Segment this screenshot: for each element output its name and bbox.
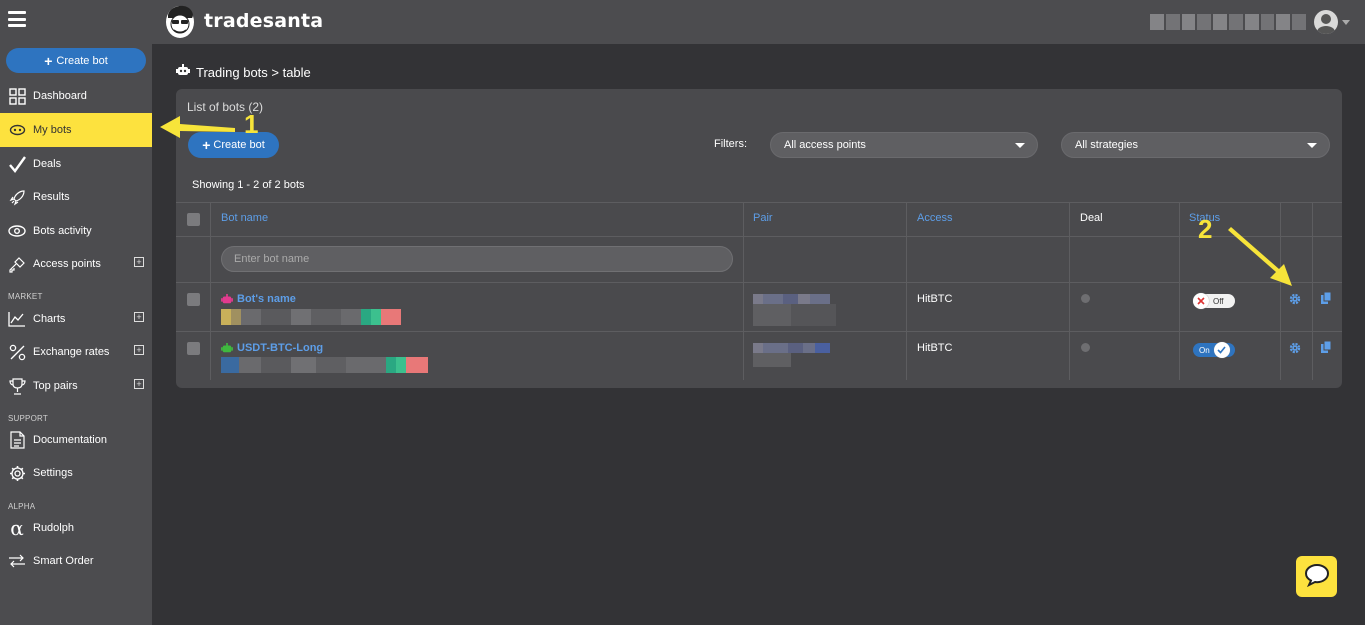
bot-name-link[interactable]: USDT-BTC-Long (221, 342, 323, 354)
copy-bot-icon[interactable] (1321, 340, 1332, 353)
robot-icon (221, 293, 233, 303)
row-checkbox[interactable] (187, 342, 200, 355)
table-divider (176, 282, 1342, 283)
column-header-bot-name[interactable]: Bot name (221, 212, 268, 224)
row-checkbox[interactable] (187, 293, 200, 306)
chat-widget-button[interactable] (1296, 556, 1337, 597)
caret-down-icon (1015, 143, 1025, 148)
bot-name-search-input[interactable]: Enter bot name (221, 246, 733, 272)
expand-icon[interactable]: + (134, 379, 144, 389)
breadcrumb: Trading bots > table (176, 64, 311, 80)
section-label-alpha: ALPHA (8, 502, 36, 511)
check-icon (1213, 342, 1230, 358)
robot-icon (176, 64, 190, 80)
table-divider (1179, 202, 1180, 380)
sidebar-item-bots-activity[interactable]: Bots activity (0, 216, 152, 246)
sidebar-create-bot-button[interactable]: + Create bot (6, 48, 146, 73)
sidebar-item-settings[interactable]: Settings (0, 458, 152, 488)
caret-down-icon (1307, 143, 1317, 148)
deal-indicator (1081, 294, 1090, 303)
dashboard-icon (8, 87, 26, 105)
plus-icon: + (44, 52, 53, 69)
bot-settings-gear-icon[interactable] (1289, 342, 1301, 354)
sidebar-item-smart-order[interactable]: Smart Order (0, 546, 152, 576)
column-header-access[interactable]: Access (917, 212, 952, 224)
table-divider (210, 202, 211, 380)
percent-icon (8, 343, 26, 361)
status-toggle[interactable]: Off (1193, 293, 1235, 309)
table-divider (176, 236, 1342, 237)
table-divider (1069, 202, 1070, 380)
column-header-deal: Deal (1080, 212, 1103, 224)
access-value: HitBTC (917, 342, 953, 354)
access-value: HitBTC (917, 293, 953, 305)
blurred-pair (753, 343, 830, 353)
trophy-icon (8, 377, 26, 395)
filters-label: Filters: (714, 138, 747, 150)
chart-icon (8, 310, 26, 328)
expand-icon[interactable]: + (134, 345, 144, 355)
table-divider (176, 202, 1342, 203)
bot-name-link[interactable]: Bot's name (221, 293, 296, 305)
annotation-arrow-1 (160, 116, 235, 138)
robot-icon (221, 342, 233, 352)
sidebar-item-dashboard[interactable]: Dashboard (0, 81, 152, 111)
bot-icon (8, 121, 26, 139)
close-icon (1193, 293, 1209, 309)
santa-logo-icon[interactable] (164, 3, 196, 39)
sidebar-item-results[interactable]: Results (0, 182, 152, 212)
expand-icon[interactable]: + (134, 312, 144, 322)
sidebar: + Create bot Dashboard My bots Deals Resu… (0, 0, 152, 625)
annotation-arrow-2 (1228, 227, 1292, 286)
copy-bot-icon[interactable] (1321, 291, 1332, 304)
blurred-strategy (221, 357, 432, 373)
blurred-pair (753, 294, 830, 304)
select-all-checkbox[interactable] (187, 213, 200, 226)
chat-bubble-icon (1304, 563, 1330, 590)
sidebar-item-deals[interactable]: Deals (0, 149, 152, 179)
expand-icon[interactable]: + (134, 257, 144, 267)
annotation-number-2: 2 (1198, 214, 1213, 244)
sidebar-item-documentation[interactable]: Documentation (0, 425, 152, 455)
document-icon (8, 431, 26, 449)
rocket-icon (8, 188, 26, 206)
blurred-pair (753, 353, 791, 367)
strategies-filter[interactable]: All strategies (1061, 132, 1330, 158)
avatar[interactable] (1314, 10, 1338, 34)
table-divider (906, 202, 907, 380)
blurred-pair (753, 304, 836, 326)
annotation-number-1: 1 (244, 109, 259, 139)
bot-settings-gear-icon[interactable] (1289, 293, 1301, 305)
bots-list-card: List of bots (2) + Create bot Filters: Al… (176, 89, 1342, 388)
showing-count: Showing 1 - 2 of 2 bots (192, 179, 305, 191)
sidebar-item-exchange-rates[interactable]: Exchange rates + (0, 337, 152, 367)
key-icon (8, 255, 26, 273)
alpha-icon: α (10, 516, 24, 540)
sidebar-item-my-bots[interactable]: My bots (0, 113, 152, 147)
sidebar-item-charts[interactable]: Charts + (0, 304, 152, 334)
column-header-pair[interactable]: Pair (753, 212, 773, 224)
access-points-filter[interactable]: All access points (770, 132, 1038, 158)
deal-indicator (1081, 343, 1090, 352)
table-divider (176, 331, 1342, 332)
arrows-icon (8, 552, 26, 570)
sidebar-item-rudolph[interactable]: α Rudolph (0, 513, 152, 543)
breadcrumb-text[interactable]: Trading bots > table (196, 65, 311, 80)
table-divider (743, 202, 744, 380)
top-bar: tradesanta (152, 0, 1365, 44)
chevron-down-icon[interactable] (1342, 20, 1350, 25)
table-divider (1312, 202, 1313, 380)
eye-icon (8, 222, 26, 240)
section-label-market: MARKET (8, 292, 43, 301)
check-icon (8, 155, 26, 173)
user-name-blurred[interactable] (1150, 14, 1306, 30)
sidebar-item-top-pairs[interactable]: Top pairs + (0, 371, 152, 401)
blurred-strategy (221, 309, 411, 325)
gear-icon (8, 464, 26, 482)
status-toggle[interactable]: On (1193, 342, 1235, 358)
section-label-support: SUPPORT (8, 414, 48, 423)
brand-name[interactable]: tradesanta (204, 10, 323, 32)
menu-icon[interactable] (8, 11, 26, 27)
sidebar-item-access-points[interactable]: Access points + (0, 249, 152, 279)
